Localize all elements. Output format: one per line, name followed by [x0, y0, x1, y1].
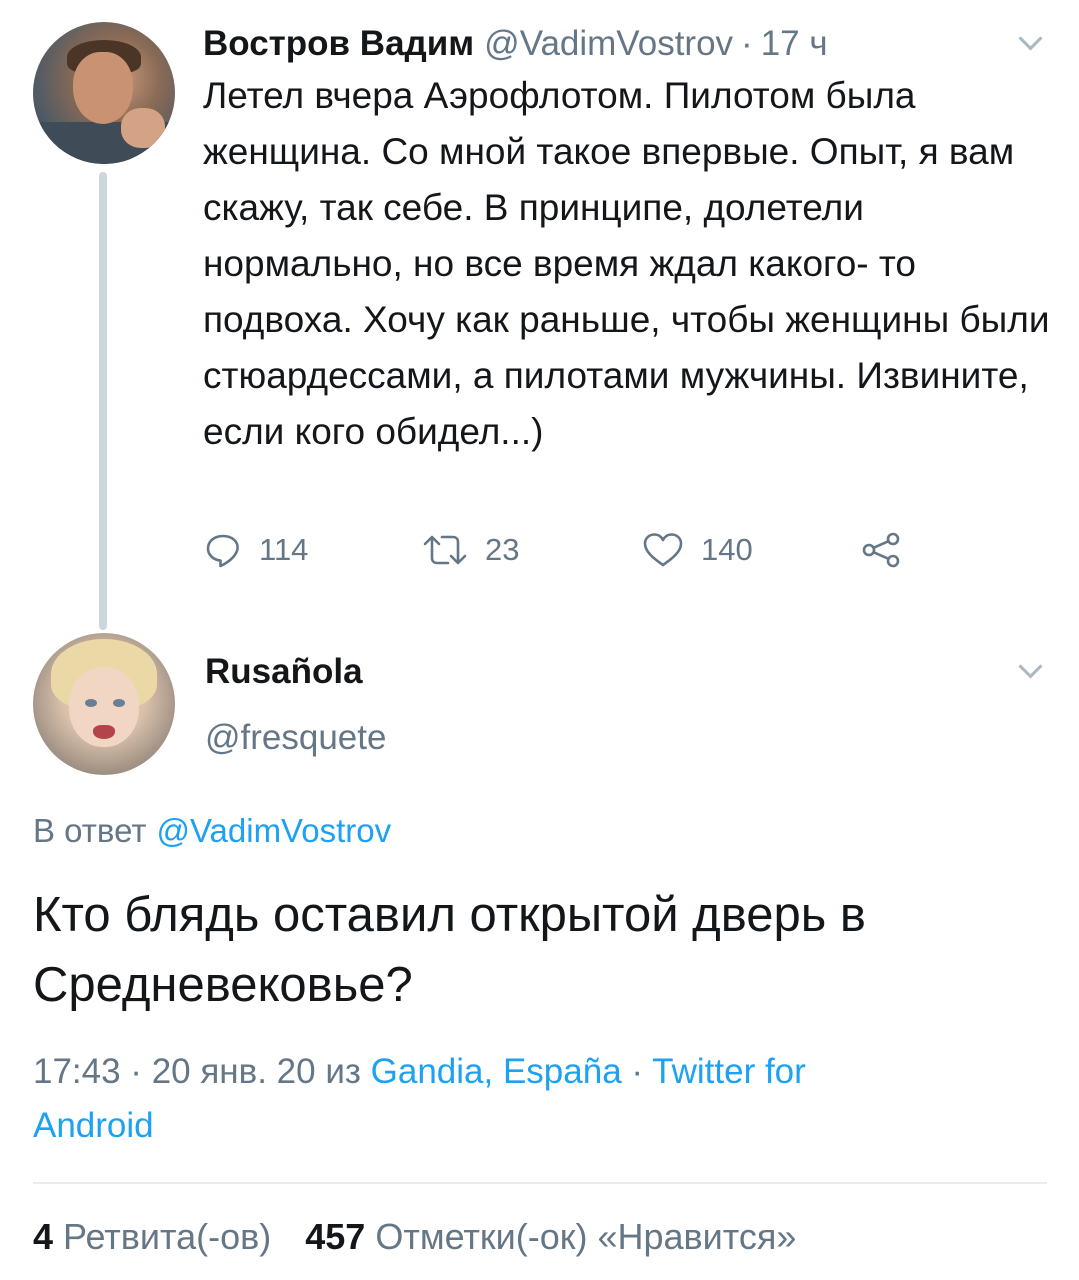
tweet-time[interactable]: 17 ч: [761, 24, 828, 64]
reply-author-name[interactable]: Rusañola: [205, 652, 363, 692]
reply-tweet-text: Кто блядь оставил открытой дверь в Средн…: [33, 888, 866, 1012]
retweets-stat[interactable]: 4 Ретвита(-ов): [33, 1216, 271, 1257]
chevron-down-icon[interactable]: [1018, 654, 1043, 679]
like-count: 140: [701, 532, 753, 567]
share-icon: [859, 530, 903, 570]
reply-button[interactable]: 114: [203, 525, 308, 575]
author-name[interactable]: Востров Вадим: [203, 24, 474, 64]
reply-author-avatar[interactable]: [33, 633, 175, 775]
tweet-stats: 4 Ретвита(-ов) 457 Отметки(-ок) «Нравится…: [33, 1216, 796, 1258]
reply-mention-link[interactable]: @VadimVostrov: [156, 812, 391, 849]
like-icon: [641, 530, 685, 570]
retweets-count: 4: [33, 1216, 54, 1257]
reply-prefix: В ответ: [33, 812, 147, 849]
reply-author-handle[interactable]: @fresquete: [205, 718, 386, 758]
reply-icon: [203, 530, 243, 570]
likes-count: 457: [305, 1216, 366, 1257]
retweet-icon: [421, 530, 469, 570]
retweet-button[interactable]: 23: [421, 525, 519, 575]
author-handle[interactable]: @VadimVostrov: [484, 24, 733, 64]
like-button[interactable]: 140: [641, 525, 753, 575]
tweet-timestamp[interactable]: 17:43 · 20 янв. 20 из: [33, 1052, 361, 1091]
likes-stat[interactable]: 457 Отметки(-ок) «Нравится»: [305, 1216, 796, 1257]
reply-count: 114: [259, 532, 309, 567]
retweets-label: Ретвита(-ов): [63, 1216, 272, 1257]
tweet-text: Летел вчера Аэрофлотом. Пилотом была жен…: [203, 75, 1050, 452]
author-avatar[interactable]: [33, 22, 175, 164]
reply-context: В ответ @VadimVostrov: [33, 812, 391, 850]
tweet-meta: 17:43 · 20 янв. 20 из Gandia, España · T…: [33, 1045, 933, 1153]
share-button[interactable]: [859, 525, 903, 575]
location-link[interactable]: Gandia, España: [371, 1052, 622, 1091]
thread-line: [99, 172, 107, 630]
chevron-down-icon[interactable]: [1018, 26, 1043, 51]
tweet-actions: 114 23 140: [203, 525, 963, 575]
likes-label: Отметки(-ок) «Нравится»: [375, 1216, 797, 1257]
divider: [33, 1182, 1047, 1184]
retweet-count: 23: [485, 532, 520, 567]
meta-separator: ·: [631, 1052, 644, 1091]
separator: ·: [741, 24, 753, 63]
tweet-header: Востров Вадим @VadimVostrov · 17 ч: [203, 22, 828, 66]
